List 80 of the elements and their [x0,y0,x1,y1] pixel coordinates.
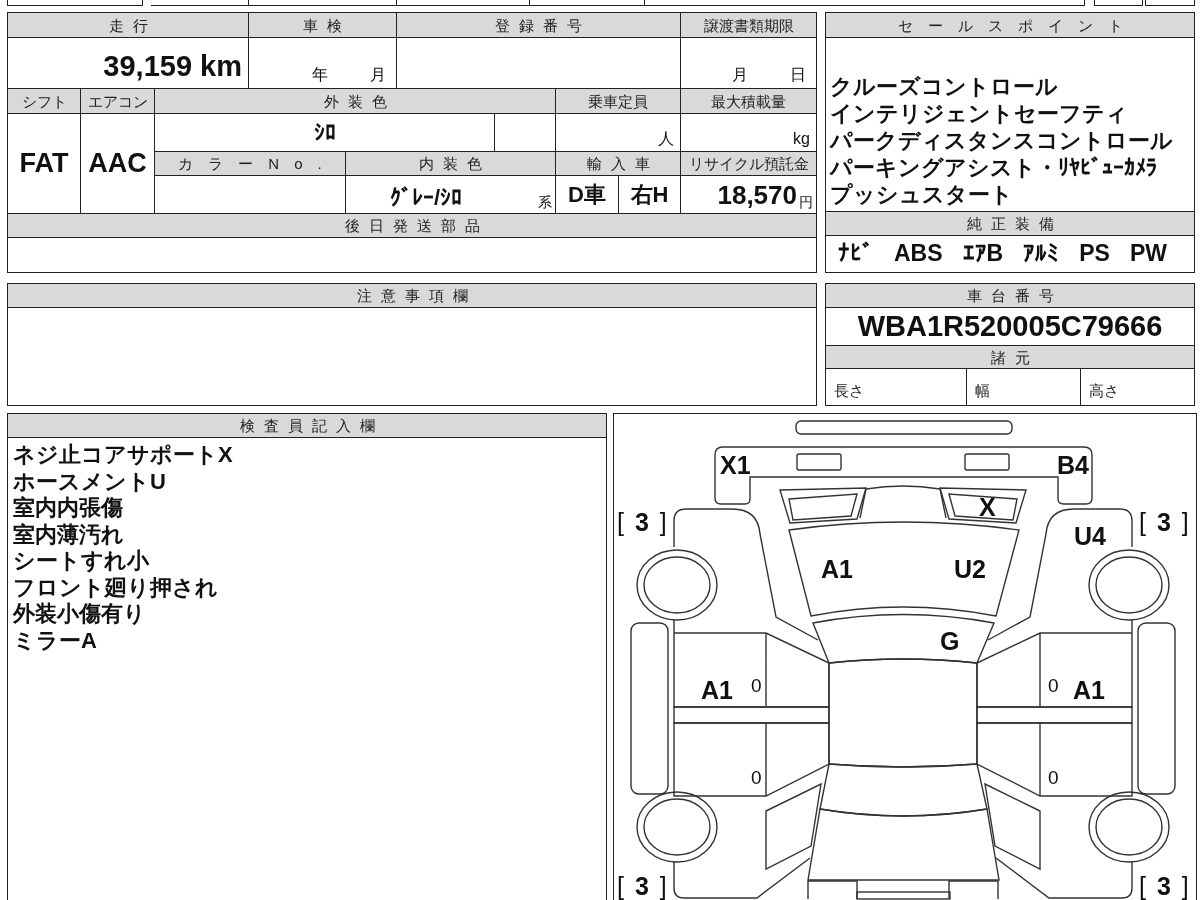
dimension-label: 長さ [834,382,864,399]
damage-code: X1 [720,453,751,478]
exterior-color-value: ｼﾛ [313,119,336,146]
damage-code: B4 [1057,453,1089,478]
inspector-note: ホースメントU [13,468,167,495]
equipment-item: PS [1079,241,1110,267]
inspector-note: ミラーA [13,627,98,654]
damage-code: U4 [1074,524,1106,549]
tire-tread-rating: [ 3 ] [1139,510,1189,535]
steering-side-value: 右H [630,181,669,208]
year-unit: 年 [312,66,328,84]
sales-point: クルーズコントロール [830,73,1059,100]
dimension-label: 幅 [975,382,990,399]
equipment-item: ABS [894,241,943,267]
damage-code: A1 [1073,678,1105,703]
fog-light-outline [796,453,842,471]
damage-code: A1 [701,678,733,703]
sales-point: プッシュスタート [830,181,1014,208]
tire-tread-rating: [ 3 ] [1139,874,1189,899]
interior-color-suffix: 系 [538,194,552,210]
equipment-item: ﾅﾋﾞ [838,241,874,267]
equipment-item: PW [1129,241,1167,267]
mileage-header: 走行 [8,13,248,37]
tail-light-outline [948,880,999,900]
tail-light-outline [807,880,858,900]
max-load-header: 最大積載量 [681,89,816,113]
sales-point: パーキングアシスト・ﾘﾔﾋﾞｭｰｶﾒﾗ [830,154,1158,181]
standard-equipment-header: 純正装備 [826,212,1194,235]
inspector-note: 外装小傷有り [13,601,147,628]
equipment-item: ｴｱB [962,241,1004,267]
capacity-unit: 人 [658,130,674,148]
door-mark: 0 [751,768,762,787]
equipment-item: ｱﾙﾐ [1023,241,1060,267]
damage-code: X [979,495,996,520]
month-unit: 月 [732,66,748,84]
specifications-header: 諸元 [826,346,1194,368]
interior-color-value: ｸﾞﾚｰ/ｼﾛ [390,184,463,210]
imported-car-header: 輸入車 [556,152,680,175]
air-conditioner-header: エアコン [81,89,154,113]
door-mark: 0 [751,676,762,695]
registration-number-header: 登録番号 [397,13,680,37]
fog-light-outline [964,453,1010,471]
interior-color-header: 内装色 [346,152,555,175]
inspector-note: フロント廻り押され [13,574,219,601]
recycling-deposit-value: 18,570 [717,181,797,210]
inspector-note: ネジ止コアサポートX [13,442,234,469]
parts-shipped-later-header: 後日発送部品 [8,214,816,237]
inspector-note: 室内内張傷 [13,495,124,522]
chassis-number-value: WBA1R520005C79666 [857,310,1163,343]
month-unit: 月 [370,66,386,84]
shift-value: FAT [19,148,69,179]
notes-header: 注意事項欄 [8,284,816,307]
shift-header: シフト [8,89,80,113]
day-unit: 日 [790,66,806,84]
door-mark: 0 [1048,768,1059,787]
import-type-value: D車 [568,181,606,208]
inspector-note: シートすれ小 [13,548,150,575]
mileage-value: 39,159 km [103,51,242,85]
yen-unit: 円 [799,194,813,210]
damage-code: G [940,629,960,654]
damage-code: U2 [954,557,986,582]
color-number-header: カラーNo. [155,152,345,175]
tire-tread-rating: [ 3 ] [617,874,667,899]
sales-point: インテリジェントセーフティ [830,100,1129,127]
inspector-note: 室内薄汚れ [13,521,125,548]
inspection-header: 車検 [249,13,396,37]
door-mark: 0 [1048,676,1059,695]
inspector-notes-header: 検査員記入欄 [8,414,606,438]
sales-points-header: セールスポイント [826,13,1194,37]
dimension-label: 高さ [1089,382,1119,399]
transfer-deadline-header: 譲渡書類期限 [681,13,816,37]
chassis-number-header: 車台番号 [826,284,1194,307]
capacity-header: 乗車定員 [556,89,680,113]
recycling-deposit-header: リサイクル預託金 [681,152,816,175]
max-load-unit: kg [793,130,810,148]
exterior-color-header: 外装色 [155,89,555,113]
air-conditioner-value: AAC [88,148,147,179]
sales-point: パークディスタンスコントロール [830,127,1174,154]
tire-tread-rating: [ 3 ] [617,510,667,535]
damage-code: A1 [821,557,853,582]
